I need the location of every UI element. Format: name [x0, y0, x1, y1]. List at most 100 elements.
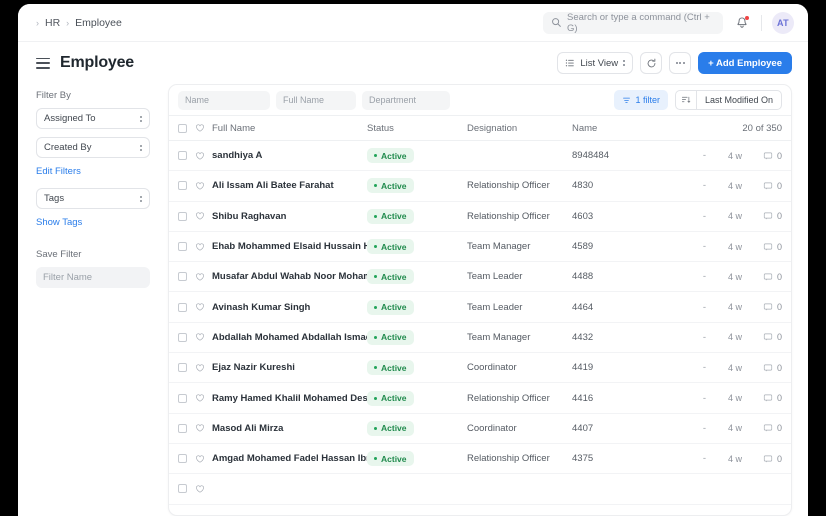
- row-comments[interactable]: 0: [742, 332, 782, 342]
- row-modified: 4 w: [706, 363, 742, 373]
- row-like-button[interactable]: [195, 181, 212, 191]
- row-checkbox[interactable]: [178, 333, 187, 342]
- edit-filters-link[interactable]: Edit Filters: [36, 166, 154, 177]
- row-comments[interactable]: 0: [742, 181, 782, 191]
- row-full-name[interactable]: Abdallah Mohamed Abdallah Ismael: [212, 332, 367, 343]
- breadcrumb-item-hr[interactable]: HR: [45, 17, 60, 29]
- row-like-button[interactable]: [195, 423, 212, 433]
- quick-filter-full-name-input[interactable]: [276, 91, 356, 110]
- row-like-button[interactable]: [195, 151, 212, 161]
- row-comments[interactable]: 0: [742, 454, 782, 464]
- row-checkbox[interactable]: [178, 242, 187, 251]
- row-checkbox[interactable]: [178, 424, 187, 433]
- search-placeholder-text: Search or type a command (Ctrl + G): [567, 12, 715, 34]
- row-full-name[interactable]: Masod Ali Mirza: [212, 423, 367, 434]
- row-name: 4464: [572, 302, 682, 313]
- row-full-name[interactable]: Ehab Mohammed Elsaid Hussain Hassan: [212, 241, 367, 252]
- assigned-to-select[interactable]: Assigned To: [36, 108, 150, 129]
- search-input[interactable]: Search or type a command (Ctrl + G): [543, 12, 723, 34]
- row-like-button[interactable]: [195, 454, 212, 464]
- row-like-button[interactable]: [195, 484, 212, 494]
- table-row[interactable]: Amgad Mohamed Fadel Hassan IbrahimActive…: [169, 444, 791, 474]
- sort-direction-button[interactable]: [676, 91, 697, 109]
- filter-name-input[interactable]: [36, 267, 150, 288]
- row-checkbox[interactable]: [178, 394, 187, 403]
- breadcrumb: › HR › Employee: [36, 17, 122, 29]
- sort-icon: [681, 95, 691, 105]
- row-full-name[interactable]: Avinash Kumar Singh: [212, 302, 367, 313]
- row-like-button[interactable]: [195, 272, 212, 282]
- row-checkbox[interactable]: [178, 454, 187, 463]
- list-view-label: List View: [580, 58, 618, 69]
- row-checkbox[interactable]: [178, 363, 187, 372]
- show-tags-link[interactable]: Show Tags: [36, 217, 154, 228]
- row-like-button[interactable]: [195, 242, 212, 252]
- breadcrumb-item-employee[interactable]: Employee: [75, 17, 122, 29]
- row-like-button[interactable]: [195, 393, 212, 403]
- row-checkbox[interactable]: [178, 212, 187, 221]
- row-like-button[interactable]: [195, 302, 212, 312]
- row-checkbox-cell: [178, 303, 195, 312]
- row-comments[interactable]: 0: [742, 151, 782, 161]
- row-checkbox[interactable]: [178, 484, 187, 493]
- row-name: 4589: [572, 241, 682, 252]
- table-row[interactable]: Shibu RaghavanActiveRelationship Officer…: [169, 202, 791, 232]
- refresh-button[interactable]: [640, 52, 662, 74]
- table-row[interactable]: Ali Issam Ali Batee FarahatActiveRelatio…: [169, 171, 791, 201]
- table-row[interactable]: sandhiya AActive8948484-4 w0: [169, 141, 791, 171]
- row-like-button[interactable]: [195, 332, 212, 342]
- row-full-name[interactable]: sandhiya A: [212, 150, 367, 161]
- column-header-designation[interactable]: Designation: [467, 123, 572, 134]
- select-all-checkbox[interactable]: [178, 124, 187, 133]
- more-options-button[interactable]: [669, 52, 691, 74]
- row-full-name[interactable]: Ramy Hamed Khalil Mohamed Desouki: [212, 393, 367, 404]
- row-name: 4375: [572, 453, 682, 464]
- row-like-button[interactable]: [195, 363, 212, 373]
- list-card: 1 filter Last Modified On: [168, 84, 792, 516]
- status-dot-icon: [374, 427, 377, 430]
- quick-filter-name-input[interactable]: [178, 91, 270, 110]
- table-row[interactable]: Avinash Kumar SinghActiveTeam Leader4464…: [169, 292, 791, 322]
- table-row[interactable]: [169, 474, 791, 504]
- sort-field-label[interactable]: Last Modified On: [697, 95, 781, 105]
- row-status-cell: Active: [367, 178, 467, 193]
- notifications-button[interactable]: [733, 14, 751, 32]
- row-comments[interactable]: 0: [742, 423, 782, 433]
- column-header-status[interactable]: Status: [367, 123, 467, 134]
- filter-count-button[interactable]: 1 filter: [614, 90, 668, 110]
- row-comments[interactable]: 0: [742, 363, 782, 373]
- row-comments[interactable]: 0: [742, 302, 782, 312]
- table-row[interactable]: Ejaz Nazir KureshiActiveCoordinator4419-…: [169, 353, 791, 383]
- column-header-name[interactable]: Name: [572, 123, 682, 134]
- row-checkbox[interactable]: [178, 151, 187, 160]
- row-full-name[interactable]: Amgad Mohamed Fadel Hassan Ibrahim: [212, 453, 367, 464]
- row-comments[interactable]: 0: [742, 242, 782, 252]
- row-checkbox[interactable]: [178, 272, 187, 281]
- row-comments[interactable]: 0: [742, 393, 782, 403]
- page-title: Employee: [60, 54, 134, 72]
- list-view-button[interactable]: List View: [557, 52, 633, 74]
- tags-select[interactable]: Tags: [36, 188, 150, 209]
- avatar[interactable]: AT: [772, 12, 794, 34]
- row-full-name[interactable]: Musafar Abdul Wahab Noor Mohamed: [212, 271, 367, 282]
- row-checkbox[interactable]: [178, 181, 187, 190]
- created-by-select[interactable]: Created By: [36, 137, 150, 158]
- list-icon: [565, 58, 575, 68]
- table-row[interactable]: Masod Ali MirzaActiveCoordinator4407-4 w…: [169, 414, 791, 444]
- row-comments[interactable]: 0: [742, 272, 782, 282]
- table-row[interactable]: Ramy Hamed Khalil Mohamed DesoukiActiveR…: [169, 383, 791, 413]
- column-header-full-name[interactable]: Full Name: [212, 123, 367, 134]
- table-row[interactable]: Ehab Mohammed Elsaid Hussain HassanActiv…: [169, 232, 791, 262]
- row-full-name[interactable]: Ali Issam Ali Batee Farahat: [212, 180, 367, 191]
- row-full-name[interactable]: Shibu Raghavan: [212, 211, 367, 222]
- row-like-button[interactable]: [195, 211, 212, 221]
- table-row[interactable]: Musafar Abdul Wahab Noor MohamedActiveTe…: [169, 262, 791, 292]
- row-full-name[interactable]: Ejaz Nazir Kureshi: [212, 362, 367, 373]
- add-employee-button[interactable]: + Add Employee: [698, 52, 792, 74]
- sidebar-toggle-icon[interactable]: [36, 58, 50, 69]
- row-comments[interactable]: 0: [742, 211, 782, 221]
- row-checkbox[interactable]: [178, 303, 187, 312]
- table-row[interactable]: Abdallah Mohamed Abdallah IsmaelActiveTe…: [169, 323, 791, 353]
- quick-filter-department-input[interactable]: [362, 91, 450, 110]
- breadcrumb-chevron-icon: ›: [66, 18, 69, 28]
